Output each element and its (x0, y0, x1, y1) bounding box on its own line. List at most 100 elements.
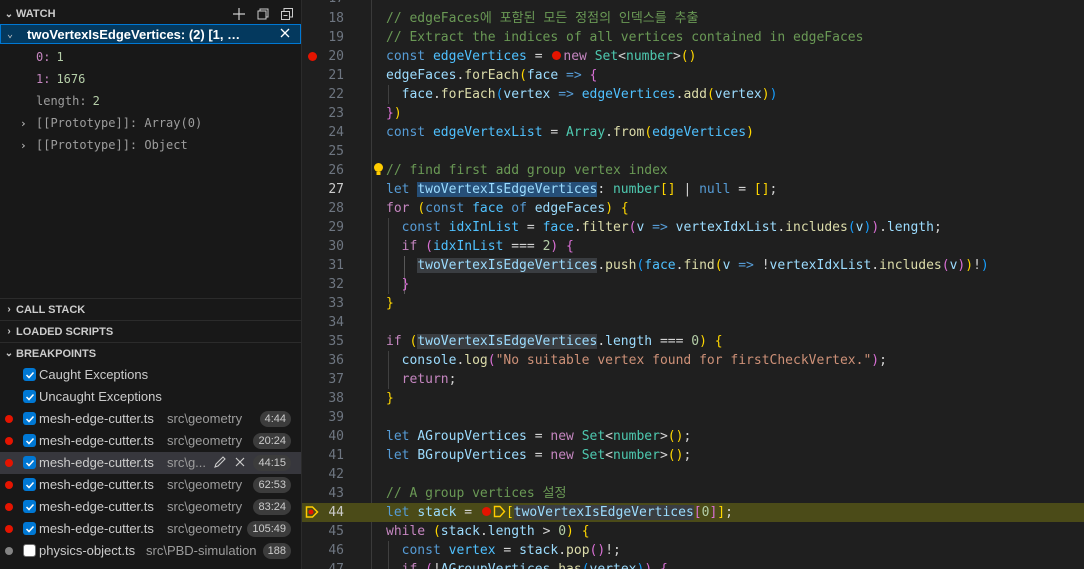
breakpoint-path: src\PBD-simulation (146, 543, 257, 558)
line-number: 24 (328, 125, 344, 140)
checkbox[interactable] (23, 368, 36, 381)
code-line: 47 if (!AGroupVertices.has(vertex)) { (302, 560, 1084, 569)
code-line: 31 twoVertexIsEdgeVertices.push(face.fin… (302, 256, 1084, 275)
line-number: 25 (328, 144, 344, 159)
comment: // Extract the indices of all vertices c… (386, 30, 864, 45)
checkbox[interactable] (23, 544, 36, 557)
checkbox[interactable] (23, 390, 36, 403)
breakpoint-file: mesh-edge-cutter.ts (39, 411, 154, 426)
breakpoint-line-badge: 20:24 (253, 433, 291, 449)
watch-expression[interactable]: ⌄ twoVertexIsEdgeVertices: (2) [1, … (0, 24, 301, 44)
code-line: 28 for (const face of edgeFaces) { (302, 199, 1084, 218)
breakpoint-row[interactable]: mesh-edge-cutter.ts src\geometry 83:24 (0, 496, 301, 518)
line-number: 22 (328, 87, 344, 102)
code-line: 25 (302, 142, 1084, 161)
breakpoint-path: src\geometry (167, 411, 243, 426)
code-line: 24 const edgeVertexList = Array.from(edge… (302, 123, 1084, 142)
breakpoint-file: mesh-edge-cutter.ts (39, 433, 154, 448)
breakpoint-line-badge: 83:24 (253, 499, 291, 515)
code-line: 27 let twoVertexIsEdgeVertices: number[] … (302, 180, 1084, 199)
checkbox[interactable] (23, 522, 36, 535)
line-number: 42 (328, 467, 344, 482)
watch-value: 2 (92, 94, 100, 108)
line-number: 32 (328, 277, 344, 292)
code-line: 29 const idxInList = face.filter(v => ve… (302, 218, 1084, 237)
debug-sidebar: ⌄ WATCH ⌄ twoVertexIsEdgeVertices: (2) [… (0, 0, 302, 569)
code-line: 36 console.log("No suitable vertex found… (302, 351, 1084, 370)
comment: // edgeFaces에 포함된 모든 정점의 인덱스를 추출 (386, 11, 699, 26)
checkbox[interactable] (23, 412, 36, 425)
remove-icon[interactable] (233, 455, 247, 472)
code-line: 41 let BGroupVertices = new Set<number>()… (302, 446, 1084, 465)
line-number: 45 (328, 524, 344, 539)
breakpoint-dot-icon (5, 437, 13, 445)
breakpoint-row-hovered[interactable]: mesh-edge-cutter.ts src\g... 44:15 (0, 452, 301, 474)
watch-expression-text: twoVertexIsEdgeVertices: (2) [1, … (27, 26, 241, 42)
add-expression-icon[interactable] (231, 6, 247, 22)
caught-exceptions-row[interactable]: Caught Exceptions (0, 364, 301, 386)
breakpoint-file: physics-object.ts (39, 543, 136, 558)
code-line: 30 if (idxInList === 2) { (302, 237, 1084, 256)
loaded-scripts-header[interactable]: › LOADED SCRIPTS (0, 320, 301, 342)
breakpoint-row-disabled[interactable]: physics-object.ts src\PBD-simulation 188 (0, 540, 301, 562)
watch-value: 1676 (56, 72, 86, 86)
line-number: 36 (328, 353, 344, 368)
breakpoint-dot-icon (5, 547, 13, 555)
chevron-down-icon: ⌄ (7, 28, 14, 40)
breakpoints-title: BREAKPOINTS (16, 347, 97, 360)
watch-item-length: length: 2 (0, 91, 301, 111)
watch-prototype-object[interactable]: › [[Prototype]]: Object (0, 135, 301, 155)
code-line: 35 if (twoVertexIsEdgeVertices.length ===… (302, 332, 1084, 351)
code-line: 42 (302, 465, 1084, 484)
breakpoint-path: src\g... (167, 455, 207, 470)
line-number: 23 (328, 106, 344, 121)
uncaught-exceptions-row[interactable]: Uncaught Exceptions (0, 386, 301, 408)
line-number: 18 (328, 11, 344, 26)
code-line: 18 // edgeFaces에 포함된 모든 정점의 인덱스를 추출 (302, 9, 1084, 28)
collapse-all-icon[interactable] (279, 6, 295, 22)
breakpoint-path: src\geometry (167, 433, 243, 448)
breakpoint-row[interactable]: mesh-edge-cutter.ts src\geometry 4:44 (0, 408, 301, 430)
code-line: 32 } (302, 275, 1084, 294)
checkbox[interactable] (23, 478, 36, 491)
breakpoint-line-badge: 188 (262, 543, 291, 559)
call-stack-header[interactable]: › CALL STACK (0, 298, 301, 320)
code-editor[interactable]: 17 18 // edgeFaces에 포함된 모든 정점의 인덱스를 추출 19… (302, 0, 1084, 569)
checkbox[interactable] (23, 434, 36, 447)
close-icon[interactable] (278, 26, 292, 43)
breakpoint-file: mesh-edge-cutter.ts (39, 499, 154, 514)
breakpoint-line-badge: 105:49 (247, 521, 291, 537)
breakpoint-file: mesh-edge-cutter.ts (39, 477, 154, 492)
line-number: 28 (328, 201, 344, 216)
code-line: 45 while (stack.length > 0) { (302, 522, 1084, 541)
line-number: 41 (328, 448, 344, 463)
chevron-right-icon: › (20, 138, 27, 152)
watch-prototype-array[interactable]: › [[Prototype]]: Array(0) (0, 113, 301, 133)
watch-key: 0: (36, 50, 51, 64)
line-number: 20 (328, 49, 344, 64)
code-line: 19 // Extract the indices of all vertices… (302, 28, 1084, 47)
breakpoint-row[interactable]: mesh-edge-cutter.ts src\geometry 105:49 (0, 518, 301, 540)
breakpoints-header[interactable]: ⌄ BREAKPOINTS (0, 342, 301, 364)
breakpoint-dot-icon (5, 415, 13, 423)
code-line: 40 let AGroupVertices = new Set<number>()… (302, 427, 1084, 446)
line-number: 21 (328, 68, 344, 83)
line-number: 39 (328, 410, 344, 425)
code-line: 26 // find first add group vertex index (302, 161, 1084, 180)
line-number: 33 (328, 296, 344, 311)
line-number: 44 (328, 505, 344, 520)
breakpoint-row[interactable]: mesh-edge-cutter.ts src\geometry 62:53 (0, 474, 301, 496)
breakpoint-row[interactable]: mesh-edge-cutter.ts src\geometry 20:24 (0, 430, 301, 452)
inline-breakpoint-icon[interactable] (552, 51, 562, 60)
checkbox[interactable] (23, 500, 36, 513)
prototype-label: [[Prototype]]: Object (36, 138, 188, 152)
chevron-right-icon: › (7, 304, 11, 315)
watch-key: 1: (36, 72, 51, 86)
edit-icon[interactable] (213, 455, 227, 472)
watch-section-header[interactable]: ⌄ WATCH (0, 3, 301, 25)
refresh-icon[interactable] (255, 6, 271, 22)
comment: // A group vertices 설정 (386, 486, 567, 501)
checkbox[interactable] (23, 456, 36, 469)
line-number: 31 (328, 258, 344, 273)
inline-breakpoint-icon[interactable] (481, 507, 491, 516)
